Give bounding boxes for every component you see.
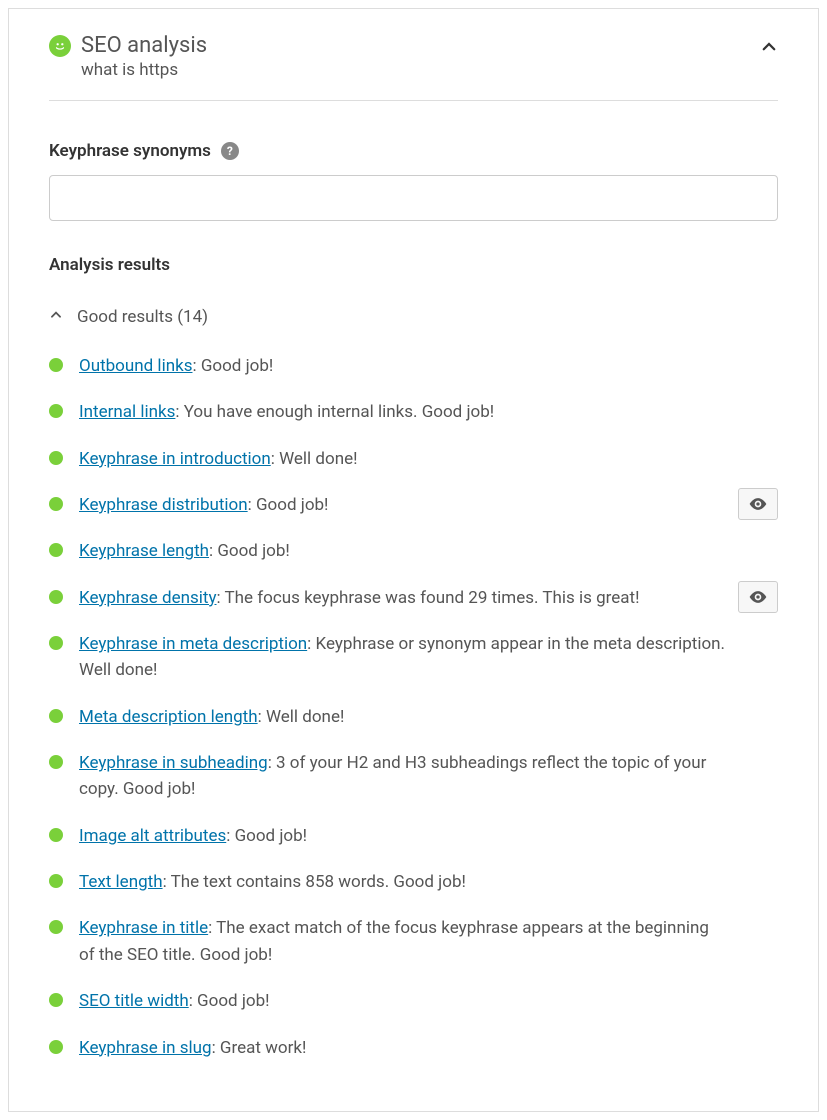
result-link[interactable]: Internal links xyxy=(79,402,175,422)
synonyms-label-row: Keyphrase synonyms ? xyxy=(49,141,778,161)
result-description: : Good job! xyxy=(189,991,270,1011)
result-description: : You have enough internal links. Good j… xyxy=(175,402,494,422)
status-bullet-good xyxy=(49,497,63,511)
result-link[interactable]: Outbound links xyxy=(79,356,192,376)
result-link[interactable]: SEO title width xyxy=(79,991,189,1011)
status-bullet-good xyxy=(49,590,63,604)
result-text: Keyphrase length: Good job! xyxy=(79,538,778,564)
result-description: : Well done! xyxy=(258,707,345,727)
help-icon[interactable]: ? xyxy=(221,142,239,160)
result-item: Keyphrase in meta description: Keyphrase… xyxy=(49,631,778,684)
result-text: Internal links: You have enough internal… xyxy=(79,399,778,425)
result-link[interactable]: Meta description length xyxy=(79,707,258,727)
chevron-up-icon xyxy=(49,308,63,326)
analysis-results-heading: Analysis results xyxy=(49,255,778,275)
result-item: Keyphrase distribution: Good job! xyxy=(49,492,778,518)
status-bullet-good xyxy=(49,451,63,465)
result-description: : Good job! xyxy=(248,495,329,515)
result-description: : The text contains 858 words. Good job! xyxy=(163,872,466,892)
result-item: Text length: The text contains 858 words… xyxy=(49,869,778,895)
result-description: : Good job! xyxy=(209,541,290,561)
result-item: SEO title width: Good job! xyxy=(49,988,778,1014)
status-bullet-good xyxy=(49,993,63,1007)
status-bullet-good xyxy=(49,709,63,723)
status-bullet-good xyxy=(49,1040,63,1054)
panel-title: SEO analysis xyxy=(81,33,778,58)
good-results-label: Good results (14) xyxy=(77,307,208,327)
result-item: Keyphrase density: The focus keyphrase w… xyxy=(49,585,778,611)
result-link[interactable]: Keyphrase density xyxy=(79,588,217,608)
result-description: : Good job! xyxy=(226,826,307,846)
smiley-icon xyxy=(49,35,71,57)
result-item: Keyphrase length: Good job! xyxy=(49,538,778,564)
status-bullet-good xyxy=(49,543,63,557)
seo-analysis-panel: SEO analysis what is https Keyphrase syn… xyxy=(8,8,819,1112)
good-results-toggle[interactable]: Good results (14) xyxy=(49,307,778,327)
result-link[interactable]: Keyphrase in introduction xyxy=(79,449,271,469)
result-item: Image alt attributes: Good job! xyxy=(49,823,778,849)
results-list: Outbound links: Good job!Internal links:… xyxy=(49,353,778,1061)
result-text: Keyphrase in slug: Great work! xyxy=(79,1035,778,1061)
result-item: Meta description length: Well done! xyxy=(49,704,778,730)
status-bullet-good xyxy=(49,636,63,650)
result-link[interactable]: Text length xyxy=(79,872,163,892)
result-item: Keyphrase in slug: Great work! xyxy=(49,1035,778,1061)
result-text: Keyphrase density: The focus keyphrase w… xyxy=(79,585,778,611)
status-bullet-good xyxy=(49,358,63,372)
result-link[interactable]: Keyphrase in title xyxy=(79,918,208,938)
result-text: Keyphrase in title: The exact match of t… xyxy=(79,915,778,968)
status-bullet-good xyxy=(49,404,63,418)
result-description: : The focus keyphrase was found 29 times… xyxy=(217,588,640,608)
result-description: : Good job! xyxy=(192,356,273,376)
result-text: Text length: The text contains 858 words… xyxy=(79,869,778,895)
panel-header[interactable]: SEO analysis what is https xyxy=(49,9,778,101)
result-text: Outbound links: Good job! xyxy=(79,353,778,379)
result-text: SEO title width: Good job! xyxy=(79,988,778,1014)
result-item: Keyphrase in introduction: Well done! xyxy=(49,446,778,472)
status-bullet-good xyxy=(49,755,63,769)
result-text: Keyphrase in introduction: Well done! xyxy=(79,446,778,472)
result-description: : Great work! xyxy=(212,1038,307,1058)
result-link[interactable]: Keyphrase in meta description xyxy=(79,634,307,654)
result-item: Outbound links: Good job! xyxy=(49,353,778,379)
status-bullet-good xyxy=(49,828,63,842)
result-text: Keyphrase in meta description: Keyphrase… xyxy=(79,631,778,684)
result-description: : Well done! xyxy=(271,449,358,469)
eye-icon-button[interactable] xyxy=(738,488,778,520)
synonyms-label: Keyphrase synonyms xyxy=(49,141,211,161)
result-item: Keyphrase in title: The exact match of t… xyxy=(49,915,778,968)
result-link[interactable]: Image alt attributes xyxy=(79,826,226,846)
result-link[interactable]: Keyphrase length xyxy=(79,541,209,561)
result-text: Keyphrase distribution: Good job! xyxy=(79,492,778,518)
status-bullet-good xyxy=(49,920,63,934)
status-bullet-good xyxy=(49,874,63,888)
result-item: Keyphrase in subheading: 3 of your H2 an… xyxy=(49,750,778,803)
result-link[interactable]: Keyphrase distribution xyxy=(79,495,248,515)
synonyms-input[interactable] xyxy=(49,175,778,221)
eye-icon-button[interactable] xyxy=(738,581,778,613)
result-text: Keyphrase in subheading: 3 of your H2 an… xyxy=(79,750,778,803)
panel-subtitle: what is https xyxy=(81,60,778,80)
result-text: Image alt attributes: Good job! xyxy=(79,823,778,849)
result-item: Internal links: You have enough internal… xyxy=(49,399,778,425)
result-text: Meta description length: Well done! xyxy=(79,704,778,730)
result-link[interactable]: Keyphrase in slug xyxy=(79,1038,212,1058)
result-link[interactable]: Keyphrase in subheading xyxy=(79,753,268,773)
chevron-up-icon[interactable] xyxy=(760,37,778,61)
